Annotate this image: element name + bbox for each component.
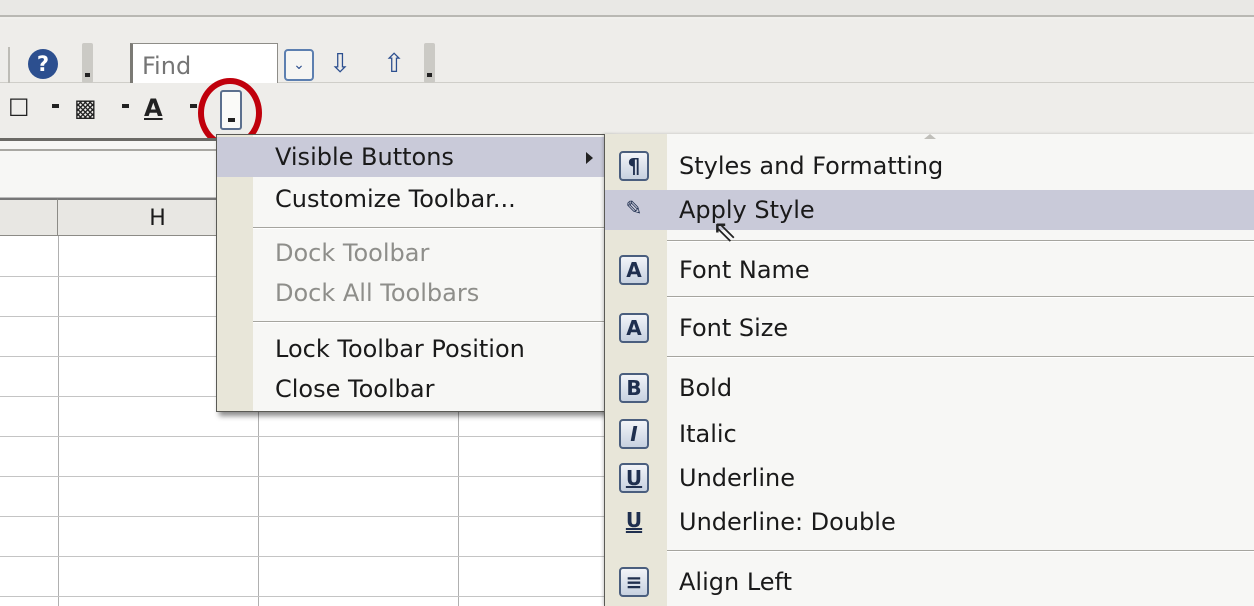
formatting-toolbar <box>0 83 1254 138</box>
find-previous-icon[interactable]: ⇧ <box>380 47 408 81</box>
grid-line <box>0 556 620 557</box>
menu-separator <box>667 296 1254 298</box>
menu-item-label: Align Left <box>679 568 792 596</box>
font-size-icon: A <box>619 313 649 343</box>
toolbar-overflow-button[interactable] <box>82 43 93 83</box>
menu-separator <box>667 356 1254 358</box>
submenu-item-underline[interactable]: U Underline <box>605 458 1254 498</box>
italic-icon: I <box>619 419 649 449</box>
find-dropdown-icon[interactable]: ⌄ <box>284 49 314 81</box>
submenu-item-apply-style[interactable]: ✎ Apply Style <box>605 190 1254 230</box>
menu-item-label: Underline <box>679 464 795 492</box>
menu-item-label: Dock Toolbar <box>275 239 430 267</box>
menu-item-label: Customize Toolbar... <box>275 185 516 213</box>
submenu-item-align-left[interactable]: ≡ Align Left <box>605 562 1254 602</box>
submenu-arrow-icon <box>586 152 593 164</box>
mouse-cursor-icon: ⇖ <box>712 214 738 249</box>
submenu-scroll-up-icon[interactable] <box>924 134 936 139</box>
menu-item-lock-toolbar-position[interactable]: Lock Toolbar Position <box>217 329 611 369</box>
font-name-icon: A <box>619 255 649 285</box>
menu-separator <box>667 550 1254 552</box>
find-input[interactable] <box>133 44 277 88</box>
window-top-edge <box>0 0 1254 17</box>
background-color-dropdown-arrow[interactable] <box>122 104 129 108</box>
find-toolbar: ? ⌄ ⇩ ⇧ <box>0 19 1254 89</box>
menu-item-label: Apply Style <box>679 196 815 224</box>
menu-item-dock-toolbar: Dock Toolbar <box>217 233 611 273</box>
border-dropdown-arrow[interactable] <box>52 104 59 108</box>
submenu-item-bold[interactable]: B Bold <box>605 368 1254 408</box>
find-toolbar-overflow-button[interactable] <box>424 43 435 83</box>
menu-item-label: Font Name <box>679 256 810 284</box>
apply-style-icon: ✎ <box>625 196 643 220</box>
menu-separator <box>253 321 611 323</box>
menu-item-label: Italic <box>679 420 737 448</box>
grid-line <box>0 596 620 597</box>
grid-line <box>0 436 620 437</box>
menu-item-visible-buttons[interactable]: Visible Buttons <box>217 137 611 177</box>
submenu-item-italic[interactable]: I Italic <box>605 414 1254 454</box>
menu-separator <box>253 227 611 229</box>
align-left-icon: ≡ <box>619 567 649 597</box>
toolbar-context-menu: Visible Buttons Customize Toolbar... Doc… <box>216 134 612 412</box>
visible-buttons-submenu: ¶ Styles and Formatting ✎ Apply Style A … <box>604 134 1254 606</box>
menu-item-label: Underline: Double <box>679 508 896 536</box>
menu-item-label: Visible Buttons <box>275 143 454 171</box>
bold-icon: B <box>619 373 649 403</box>
grid-line <box>0 476 620 477</box>
menu-item-label: Close Toolbar <box>275 375 435 403</box>
menu-item-label: Dock All Toolbars <box>275 279 480 307</box>
menu-separator <box>667 240 1254 242</box>
menu-item-label: Lock Toolbar Position <box>275 335 525 363</box>
submenu-item-font-name[interactable]: A Font Name <box>605 250 1254 290</box>
grid-line <box>0 516 620 517</box>
menu-item-label: Font Size <box>679 314 789 342</box>
menu-item-label: Styles and Formatting <box>679 152 944 180</box>
styles-icon: ¶ <box>619 151 649 181</box>
submenu-item-font-size[interactable]: A Font Size <box>605 308 1254 348</box>
grid-line <box>58 236 59 606</box>
find-next-icon[interactable]: ⇩ <box>326 47 354 81</box>
double-underline-icon: U <box>625 508 643 532</box>
menu-item-customize-toolbar[interactable]: Customize Toolbar... <box>217 179 611 219</box>
font-color-icon[interactable]: A <box>144 90 163 126</box>
column-header-g[interactable] <box>0 198 58 236</box>
menu-item-dock-all-toolbars: Dock All Toolbars <box>217 273 611 313</box>
submenu-item-styles-and-formatting[interactable]: ¶ Styles and Formatting <box>605 146 1254 186</box>
menu-item-close-toolbar[interactable]: Close Toolbar <box>217 369 611 409</box>
submenu-item-underline-double[interactable]: U Underline: Double <box>605 502 1254 542</box>
border-icon[interactable]: ☐ <box>8 90 30 126</box>
menu-item-label: Bold <box>679 374 733 402</box>
help-icon[interactable]: ? <box>28 49 58 79</box>
underline-icon: U <box>619 463 649 493</box>
background-color-icon[interactable]: ▩ <box>74 90 97 126</box>
font-color-dropdown-arrow[interactable] <box>190 104 197 108</box>
